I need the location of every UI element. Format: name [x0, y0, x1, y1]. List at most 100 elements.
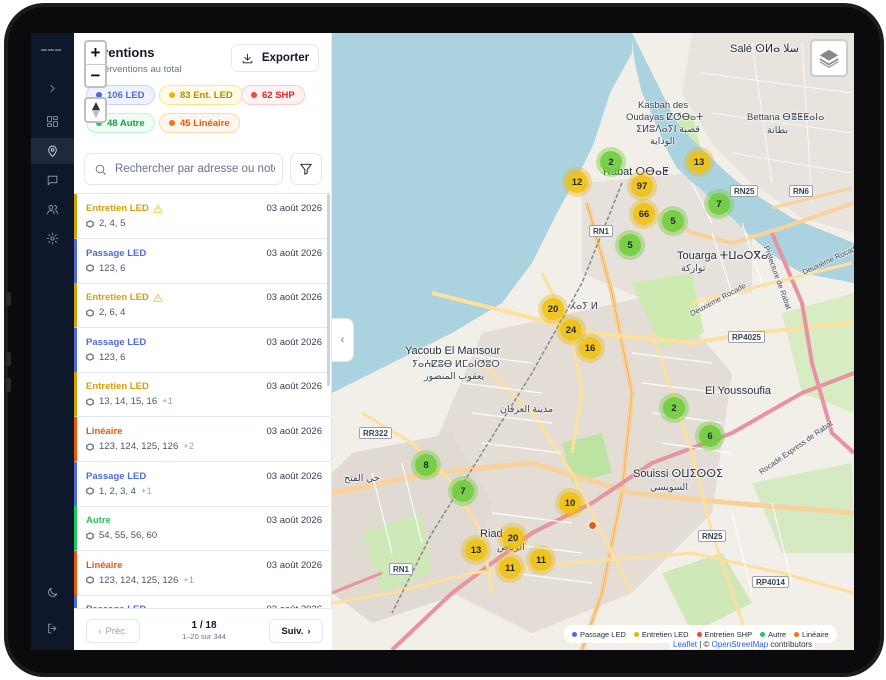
cluster-count: 66 [633, 203, 655, 225]
cluster-marker[interactable]: 5 [658, 206, 688, 236]
cluster-marker[interactable]: 7 [704, 189, 734, 219]
intervention-date: 03 août 2026 [266, 426, 322, 437]
cluster-marker[interactable]: 13 [684, 147, 714, 177]
chevron-left-icon: ‹ [340, 334, 345, 346]
nav-users[interactable] [31, 196, 74, 222]
next-page-button[interactable]: Suiv. › [269, 619, 323, 643]
place-label: يعقوب المنصور [424, 371, 485, 382]
intervention-row[interactable]: Passage LED 03 août 2026 123, 6 [74, 327, 330, 373]
message-icon [47, 175, 58, 185]
intervention-row[interactable]: Autre 03 août 2026 54, 55, 56, 60 [74, 506, 330, 552]
cluster-count: 12 [566, 171, 588, 193]
cluster-marker[interactable]: 7 [448, 476, 478, 506]
cluster-count: 8 [415, 454, 437, 476]
cluster-count: 5 [619, 234, 641, 256]
zoom-out-button[interactable]: − [86, 64, 105, 86]
leaflet-link[interactable]: Leaflet [673, 640, 697, 649]
search-icon [95, 164, 106, 175]
chip-label: 48 Autre [107, 117, 145, 129]
logout-button[interactable] [31, 615, 74, 641]
intervention-type: Linéaire [86, 426, 122, 437]
intervention-points: 123, 6 [86, 352, 125, 363]
cube-icon [86, 264, 94, 273]
search-input[interactable] [115, 163, 275, 175]
intervention-row[interactable]: Entretien LED 03 août 2026 13, 14, 15, 16 +… [74, 372, 330, 418]
intervention-date: 03 août 2026 [266, 470, 322, 482]
cluster-marker[interactable]: 10 [555, 488, 585, 518]
road-shield: RN1 [589, 225, 614, 237]
cluster-marker[interactable]: 20 [498, 523, 528, 553]
intervention-row[interactable]: Passage LED 03 août 2026 123, 6 [74, 238, 330, 284]
intervention-date: 03 août 2026 [266, 515, 322, 527]
cluster-marker[interactable]: 16 [575, 333, 605, 363]
chevron-right-icon: › [307, 625, 311, 637]
download-icon [242, 53, 253, 63]
cluster-marker[interactable]: 11 [526, 545, 556, 575]
osm-link[interactable]: OpenStreetMap [712, 640, 768, 649]
nav-map[interactable] [31, 138, 74, 164]
prev-page-button[interactable]: ‹ Préc. [86, 619, 140, 643]
zoom-in-button[interactable]: + [86, 42, 105, 64]
intervention-date: 03 août 2026 [266, 381, 322, 393]
cluster-count: 2 [663, 397, 685, 419]
filter-button[interactable] [290, 153, 322, 185]
nav-messages[interactable] [31, 167, 74, 193]
filter-chip-ent-led[interactable]: 83 Ent. LED [159, 85, 243, 105]
cube-icon [86, 353, 94, 362]
intervention-row[interactable]: Passage LED 03 août 2026 1, 2, 3, 4 +1 [74, 461, 330, 507]
collapse-panel-button[interactable]: ‹ [332, 318, 354, 362]
chevron-right-icon [50, 84, 55, 92]
expand-nav-button[interactable] [31, 75, 74, 101]
cluster-marker[interactable]: 8 [411, 450, 441, 480]
chip-label: 45 Linéaire [180, 117, 230, 129]
cluster-marker[interactable]: 97 [627, 171, 657, 201]
cluster-marker[interactable]: 2 [596, 147, 626, 177]
intervention-row[interactable]: Entretien LED 03 août 2026 2, 4, 5 [74, 194, 330, 239]
cluster-count: 10 [559, 492, 581, 514]
cluster-marker[interactable]: 12 [562, 167, 592, 197]
nav-dashboard[interactable] [31, 108, 74, 134]
place-label: بطانة [767, 125, 789, 136]
cluster-marker[interactable]: 2 [659, 393, 689, 423]
cube-icon [86, 442, 94, 451]
type-label: Passage LED [86, 247, 147, 259]
road-shield: RN25 [698, 530, 727, 542]
cluster-marker[interactable]: 6 [695, 421, 725, 451]
map-view[interactable]: Salé ⵙⵍⴰ سلا Kasbah des Oudayas ⵇⵚⴱⴰⵜ ⵉⵍ… [332, 33, 854, 650]
type-label: Entretien LED [86, 203, 149, 214]
cluster-marker[interactable]: 11 [495, 553, 525, 583]
cluster-marker[interactable]: 13 [461, 535, 491, 565]
cluster-marker[interactable]: 5 [615, 230, 645, 260]
intervention-row[interactable]: Linéaire 03 août 2026 123, 124, 125, 126 +1 [74, 550, 330, 596]
place-label: Salé ⵙⵍⴰ سلا [730, 43, 800, 55]
intervention-row[interactable]: Entretien LED 03 août 2026 2, 6, 4 [74, 283, 330, 329]
compass-button[interactable] [84, 97, 107, 123]
intervention-marker[interactable] [587, 520, 597, 530]
export-label: Exporter [261, 52, 310, 64]
attribution-text: contributors [768, 640, 813, 649]
export-button[interactable]: Exporter [231, 44, 319, 72]
place-label: Souissi ⵙⵡⵉⵙⵙⵉ [633, 468, 723, 480]
road-shield: RN25 [730, 185, 759, 197]
intervention-date: 03 août 2026 [266, 336, 322, 348]
intervention-row[interactable]: Passage LED03 août 2026 [74, 595, 330, 608]
list-scrollbar[interactable] [327, 194, 330, 386]
cluster-count: 11 [499, 557, 521, 579]
theme-toggle[interactable] [31, 579, 74, 605]
cluster-marker[interactable]: 66 [629, 199, 659, 229]
intervention-points: 123, 6 [86, 263, 125, 274]
filter-chip-lineaire[interactable]: 45 Linéaire [159, 113, 240, 133]
intervention-row[interactable]: Linéaire 03 août 2026 123, 124, 125, 126 +2 [74, 417, 330, 462]
place-label: السويسي [650, 482, 688, 493]
layers-button[interactable] [810, 39, 848, 77]
filter-chip-shp[interactable]: 62 SHP [241, 85, 305, 105]
cluster-count: 13 [465, 539, 487, 561]
intervention-date: 03 août 2026 [266, 247, 322, 259]
interventions-list: Entretien LED 03 août 2026 2, 4, 5 Passage … [74, 193, 330, 608]
nav-settings[interactable] [31, 225, 74, 251]
next-label: Suiv. [281, 625, 304, 637]
legend-dot [760, 631, 766, 637]
legend-dot [633, 631, 639, 637]
road-shield: RR322 [359, 427, 392, 439]
road-shield: RP4025 [728, 331, 765, 343]
